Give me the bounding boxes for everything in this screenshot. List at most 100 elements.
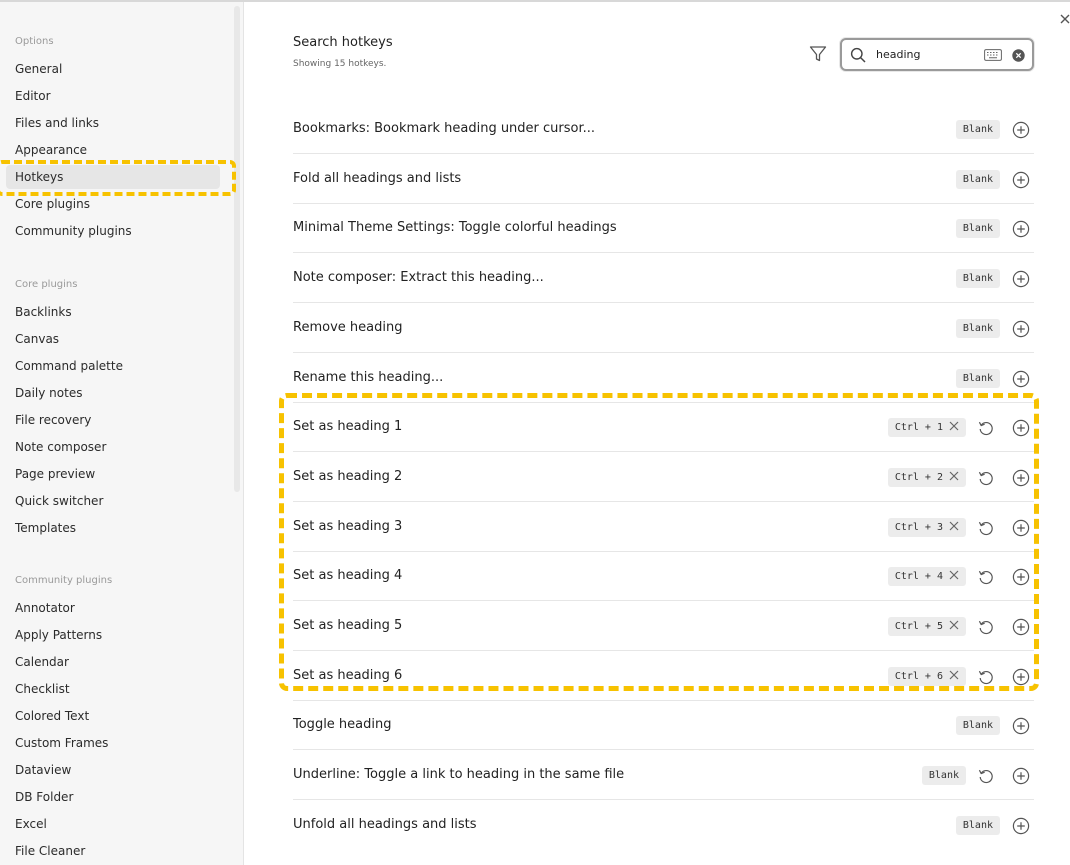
add-circle-icon[interactable] [1012, 717, 1030, 735]
hotkey-row: Minimal Theme Settings: Toggle colorful … [293, 204, 1034, 254]
sidebar-item-db-folder[interactable]: DB Folder [6, 785, 220, 809]
hotkey-text: Blank [962, 273, 993, 285]
hotkey-text: Blank [928, 770, 959, 782]
remove-x-icon[interactable] [949, 570, 959, 580]
hotkey-blank-chip: Blank [955, 815, 1000, 835]
sidebar-item-custom-frames[interactable]: Custom Frames [6, 731, 220, 755]
hotkey-row: Set as heading 1 Ctrl + 1 [293, 403, 1034, 453]
hotkey-command-label: Underline: Toggle a link to heading in t… [293, 767, 625, 783]
close-icon[interactable] [1058, 12, 1070, 26]
hotkey-command-label: Set as heading 2 [293, 468, 403, 484]
remove-x-icon[interactable] [949, 521, 959, 531]
sidebar-item-colored-text[interactable]: Colored Text [6, 704, 220, 728]
hotkey-text: Blank [962, 720, 993, 732]
sidebar-item-dataview[interactable]: Dataview [6, 758, 220, 782]
hotkey-text: Blank [962, 372, 993, 384]
hotkey-command-label: Set as heading 5 [293, 618, 403, 633]
hotkey-chip: Ctrl + 4 [887, 567, 966, 587]
hotkey-row: Bookmarks: Bookmark heading under cursor… [293, 105, 1034, 154]
hotkey-command-label: Bookmarks: Bookmark heading under cursor… [293, 121, 596, 136]
hotkey-blank-chip: Blank [955, 269, 1000, 289]
sidebar-item-file-cleaner[interactable]: File Cleaner [6, 839, 220, 863]
hotkey-command-label: Rename this heading... [293, 369, 444, 385]
sidebar-item-canvas[interactable]: Canvas [6, 327, 220, 351]
restore-icon[interactable] [977, 568, 995, 586]
hotkey-row: Set as heading 5 Ctrl + 5 [293, 602, 1034, 651]
hotkey-text: Ctrl + 2 [894, 471, 943, 483]
sidebar-item-hotkeys[interactable]: Hotkeys [6, 165, 220, 189]
remove-x-icon[interactable] [949, 620, 959, 630]
filter-icon[interactable] [808, 44, 828, 64]
add-circle-icon[interactable] [1012, 767, 1030, 785]
hotkey-command-label: Set as heading 4 [293, 568, 403, 584]
restore-icon[interactable] [977, 519, 995, 537]
sidebar-item-apply-patterns[interactable]: Apply Patterns [6, 623, 220, 647]
add-circle-icon[interactable] [1012, 370, 1030, 388]
add-circle-icon[interactable] [1012, 171, 1030, 189]
add-circle-icon[interactable] [1012, 270, 1030, 288]
sidebar-item-quick-switcher[interactable]: Quick switcher [6, 489, 220, 513]
hotkey-row: Set as heading 2 Ctrl + 2 [293, 453, 1034, 502]
add-circle-icon[interactable] [1012, 519, 1030, 537]
add-circle-icon[interactable] [1012, 618, 1030, 636]
hotkey-chip: Ctrl + 1 [887, 418, 966, 438]
settings-modal: Options General Editor Files and links Appea… [0, 0, 1070, 865]
sidebar-item-templates[interactable]: Templates [6, 516, 220, 540]
remove-x-icon[interactable] [949, 471, 959, 481]
restore-icon[interactable] [977, 767, 995, 785]
hotkey-chip: Ctrl + 3 [887, 517, 966, 537]
sidebar-section-title: Core plugins [15, 279, 78, 290]
sidebar-item-command-palette[interactable]: Command palette [6, 354, 220, 378]
keyboard-icon[interactable] [984, 49, 1002, 61]
sidebar-item-general[interactable]: General [6, 57, 220, 81]
hotkey-count: Showing 15 hotkeys. [293, 59, 387, 69]
sidebar-item-core-plugins[interactable]: Core plugins [6, 192, 220, 216]
sidebar-item-file-recovery[interactable]: File recovery [6, 408, 220, 432]
sidebar-item-appearance[interactable]: Appearance [6, 138, 220, 162]
clear-icon[interactable] [1012, 49, 1025, 62]
hotkey-row: Fold all headings and lists Blank [293, 155, 1034, 204]
hotkey-row: Note composer: Extract this heading... Bl… [293, 254, 1034, 304]
add-circle-icon[interactable] [1012, 469, 1030, 487]
restore-icon[interactable] [977, 419, 995, 437]
hotkey-command-label: Note composer: Extract this heading... [293, 270, 544, 286]
hotkey-command-label: Fold all headings and lists [293, 170, 462, 186]
hotkey-command-label: Toggle heading [293, 717, 392, 733]
search-input[interactable] [876, 45, 976, 63]
hotkey-command-label: Set as heading 1 [293, 419, 403, 435]
hotkey-blank-chip: Blank [955, 120, 1000, 139]
restore-icon[interactable] [977, 469, 995, 487]
sidebar-item-note-composer[interactable]: Note composer [6, 435, 220, 459]
sidebar-item-page-preview[interactable]: Page preview [6, 462, 220, 486]
hotkey-blank-chip: Blank [921, 766, 966, 786]
remove-x-icon[interactable] [949, 421, 959, 431]
restore-icon[interactable] [977, 618, 995, 636]
add-circle-icon[interactable] [1012, 320, 1030, 338]
restore-icon[interactable] [977, 668, 995, 686]
sidebar-item-checklist[interactable]: Checklist [6, 677, 220, 701]
add-circle-icon[interactable] [1012, 568, 1030, 586]
hotkey-row: Set as heading 6 Ctrl + 6 [293, 652, 1034, 701]
sidebar-item-calendar[interactable]: Calendar [6, 650, 220, 674]
add-circle-icon[interactable] [1012, 419, 1030, 437]
remove-x-icon[interactable] [949, 670, 959, 680]
hotkey-chip: Ctrl + 2 [887, 467, 966, 487]
hotkey-blank-chip: Blank [955, 368, 1000, 388]
hotkey-blank-chip: Blank [955, 318, 1000, 338]
sidebar-item-files-and-links[interactable]: Files and links [6, 111, 220, 135]
add-circle-icon[interactable] [1012, 668, 1030, 686]
add-circle-icon[interactable] [1012, 121, 1030, 139]
add-circle-icon[interactable] [1012, 817, 1030, 835]
sidebar-item-editor[interactable]: Editor [6, 84, 220, 108]
sidebar-item-community-plugins[interactable]: Community plugins [6, 219, 220, 243]
sidebar-item-daily-notes[interactable]: Daily notes [6, 381, 220, 405]
sidebar-item-excel[interactable]: Excel [6, 812, 220, 836]
add-circle-icon[interactable] [1012, 220, 1030, 238]
hotkey-row: Set as heading 4 Ctrl + 4 [293, 552, 1034, 602]
sidebar-scrollbar[interactable] [234, 6, 240, 492]
sidebar-item-annotator[interactable]: Annotator [6, 596, 220, 620]
sidebar-item-backlinks[interactable]: Backlinks [6, 300, 220, 324]
hotkey-row: Toggle heading Blank [293, 701, 1034, 751]
hotkey-row: Unfold all headings and lists Blank [293, 801, 1034, 850]
hotkey-text: Ctrl + 5 [894, 621, 943, 632]
